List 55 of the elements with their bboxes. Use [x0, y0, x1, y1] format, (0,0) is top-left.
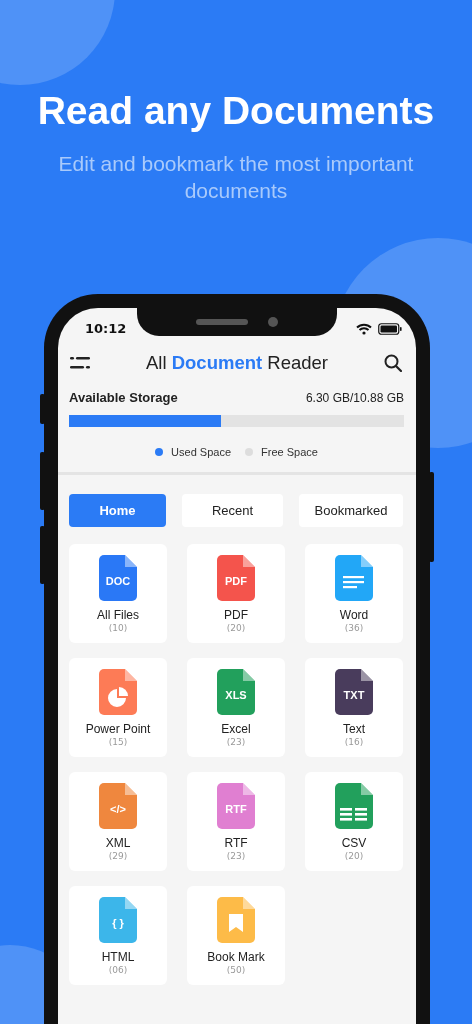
storage-reading: 6.30 GB/10.88 GB — [305, 390, 404, 405]
category-card[interactable]: { } HTML (06) — [69, 886, 167, 985]
category-card[interactable]: TXT Text (16) — [305, 658, 403, 757]
file-count: (23) — [226, 850, 246, 862]
category-card[interactable]: XLS Excel (23) — [187, 658, 285, 757]
headline: Read any Documents — [37, 88, 435, 134]
category-card[interactable]: RTF RTF (23) — [187, 772, 285, 871]
category-name: XML — [105, 836, 131, 850]
menu-button[interactable] — [70, 356, 90, 370]
category-name: All Files — [97, 608, 139, 622]
file-type-label: PDF — [224, 575, 248, 588]
tab[interactable]: Bookmarked — [299, 494, 403, 527]
category-card[interactable]: CSV (20) — [305, 772, 403, 871]
file-type-label: DOC — [104, 575, 132, 588]
category-card[interactable]: Book Mark (50) — [187, 886, 285, 985]
category-name: Power Point — [85, 722, 151, 736]
category-card[interactable]: Word (36) — [305, 544, 403, 643]
category-name: Word — [339, 608, 369, 622]
tab[interactable]: Home — [69, 494, 166, 527]
file-type-label: RTF — [224, 803, 248, 816]
file-count: (36) — [344, 622, 364, 634]
app-title: All Document Reader — [146, 352, 328, 374]
file-count: (06) — [108, 964, 128, 976]
category-name: PDF — [224, 608, 248, 622]
search-button[interactable] — [384, 354, 402, 372]
storage-label: Available Storage — [69, 390, 178, 405]
legend-label: Free Space — [261, 446, 318, 458]
category-card[interactable]: </> XML (29) — [69, 772, 167, 871]
file-type-label: XLS — [224, 689, 248, 702]
file-count: (50) — [226, 964, 246, 976]
file-count: (29) — [108, 850, 128, 862]
category-name: Text — [343, 722, 365, 736]
category-card[interactable]: DOC All Files (10) — [69, 544, 167, 643]
subheadline: Edit and bookmark the most important documents — [57, 151, 415, 204]
category-card[interactable]: PDF PDF (20) — [187, 544, 285, 643]
file-count: (15) — [108, 736, 128, 748]
legend-label: Used Space — [171, 446, 232, 458]
file-count: (10) — [108, 622, 128, 634]
category-name: CSV — [341, 836, 367, 850]
status-time: 10:12 — [85, 320, 127, 336]
file-count: (23) — [226, 736, 246, 748]
file-type-label: </> — [109, 803, 127, 816]
file-type-label: TXT — [342, 689, 366, 702]
battery-icon — [378, 323, 402, 335]
category-name: HTML — [101, 950, 135, 964]
category-name: RTF — [224, 836, 248, 850]
file-count: (20) — [344, 850, 364, 862]
file-type-label: { } — [111, 917, 125, 930]
file-count: (16) — [344, 736, 364, 748]
file-count: (20) — [226, 622, 246, 634]
category-card[interactable]: Power Point (15) — [69, 658, 167, 757]
wifi-icon — [356, 323, 372, 335]
category-name: Excel — [221, 722, 251, 736]
category-name: Book Mark — [207, 950, 265, 964]
tab[interactable]: Recent — [182, 494, 283, 527]
